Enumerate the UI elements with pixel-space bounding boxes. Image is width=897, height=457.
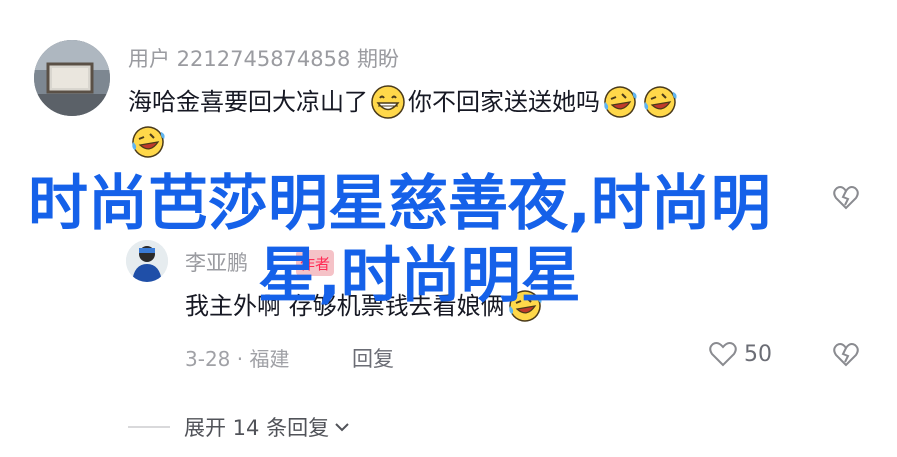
laughing-tears-emoji-icon	[132, 126, 165, 158]
laughing-tears-emoji-icon	[604, 86, 637, 118]
overlay-headline-line2: 星,时尚明星	[258, 241, 581, 311]
reply-button[interactable]: 回复	[352, 343, 394, 373]
comment-username[interactable]: 用户 2212745874858 期盼	[128, 43, 399, 73]
chevron-down-icon	[335, 423, 349, 432]
expand-replies-button[interactable]: 展开 14 条回复	[128, 412, 351, 442]
comment-thread: 用户 2212745874858 期盼 海哈金喜要回大凉山了 你不回家送送她吗	[0, 0, 897, 457]
comment-text-continued	[128, 124, 168, 160]
heart-outline-icon	[709, 342, 737, 367]
overlay-headline-line1: 时尚芭莎明星慈善夜,时尚明	[28, 169, 771, 239]
reply-date-location: 3-28 · 福建	[185, 347, 290, 371]
overlay-headline: 时尚芭莎明星慈善夜,时尚明 星,时尚明星	[28, 168, 858, 312]
comment-text-part2: 你不回家送送她吗	[408, 88, 600, 116]
divider	[128, 426, 170, 428]
comment-text-part1: 海哈金喜要回大凉山了	[128, 88, 368, 116]
avatar[interactable]	[34, 40, 110, 116]
like-count: 50	[744, 341, 772, 367]
comment-text: 海哈金喜要回大凉山了 你不回家送送她吗	[128, 82, 680, 122]
broken-heart-icon[interactable]	[832, 341, 860, 369]
like-button[interactable]: 50	[708, 340, 772, 368]
grinning-emoji-icon	[371, 85, 405, 119]
laughing-tears-emoji-icon	[644, 86, 677, 118]
expand-replies-label: 展开 14 条回复	[184, 416, 330, 440]
